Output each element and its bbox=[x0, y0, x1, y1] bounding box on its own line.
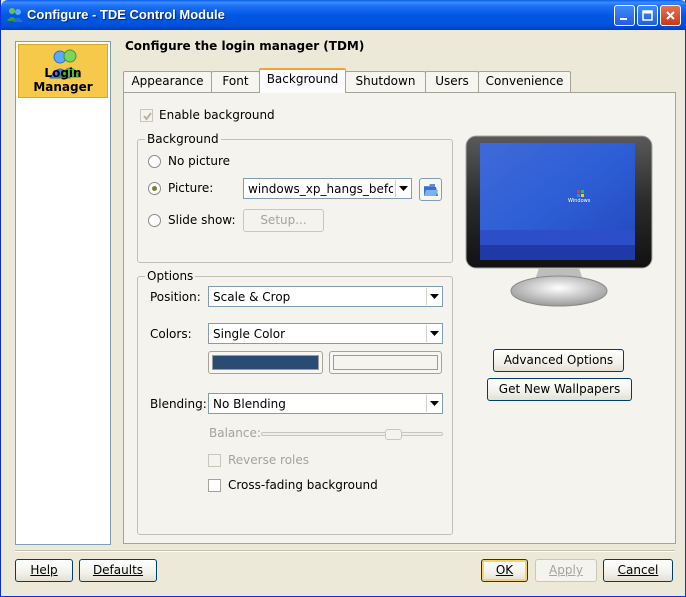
tab-label: Appearance bbox=[131, 74, 204, 88]
client-area: Login Manager Configure the login manage… bbox=[4, 30, 683, 594]
tab-font[interactable]: Font bbox=[211, 71, 260, 92]
title-bar[interactable]: Configure - TDE Control Module bbox=[1, 0, 686, 30]
blending-combo-value: No Blending bbox=[213, 397, 286, 411]
get-new-wallpapers-button[interactable]: Get New Wallpapers bbox=[487, 378, 632, 401]
blending-combo[interactable]: No Blending bbox=[208, 393, 443, 414]
help-label: Help bbox=[30, 563, 58, 577]
checkmark-icon bbox=[143, 112, 152, 121]
minimize-button[interactable] bbox=[614, 5, 635, 26]
browse-picture-button[interactable] bbox=[419, 178, 442, 201]
tab-label: Convenience bbox=[485, 74, 564, 88]
cancel-button[interactable]: Cancel bbox=[603, 559, 673, 582]
maximize-icon bbox=[642, 10, 653, 21]
tab-background[interactable]: Background bbox=[259, 68, 346, 93]
tab-shutdown[interactable]: Shutdown bbox=[345, 71, 426, 92]
combo-arrow[interactable] bbox=[426, 325, 441, 342]
chevron-down-icon bbox=[430, 331, 439, 336]
close-icon bbox=[666, 11, 675, 20]
users-app-icon bbox=[7, 8, 23, 22]
options-group: Options Position: Scale & Crop Colors: S… bbox=[137, 269, 453, 535]
get-new-wallpapers-label: Get New Wallpapers bbox=[498, 382, 621, 396]
picture-label: Picture: bbox=[168, 181, 214, 195]
colors-combo-value: Single Color bbox=[213, 327, 286, 341]
chevron-down-icon bbox=[430, 294, 439, 299]
picture-radio[interactable] bbox=[148, 182, 161, 195]
window-title: Configure - TDE Control Module bbox=[27, 7, 225, 22]
combo-arrow[interactable] bbox=[426, 395, 441, 412]
tab-users[interactable]: Users bbox=[425, 71, 479, 92]
ok-button[interactable]: OK bbox=[481, 559, 528, 582]
primary-color-swatch bbox=[212, 355, 319, 370]
colors-label: Colors: bbox=[150, 327, 192, 341]
advanced-options-label: Advanced Options bbox=[503, 353, 614, 367]
blending-label: Blending: bbox=[150, 397, 207, 411]
close-button[interactable] bbox=[660, 5, 681, 26]
background-tab-page: Enable background Background No picture … bbox=[123, 92, 676, 544]
module-sidebar: Login Manager bbox=[15, 41, 111, 545]
setup-button-label: Setup... bbox=[260, 213, 307, 227]
secondary-color-button[interactable] bbox=[329, 351, 442, 374]
tab-label: Shutdown bbox=[355, 74, 416, 88]
balance-slider-track[interactable] bbox=[261, 432, 443, 436]
position-combo-value: Scale & Crop bbox=[213, 290, 291, 304]
combo-arrow[interactable] bbox=[426, 288, 441, 305]
picture-combo[interactable]: windows_xp_hangs_before_ bbox=[243, 178, 412, 199]
secondary-color-swatch bbox=[333, 355, 438, 370]
wallpaper-logo-text: Windows bbox=[568, 198, 591, 204]
reverse-roles-label: Reverse roles bbox=[228, 453, 310, 467]
sidebar-item-label: Login Manager bbox=[33, 66, 93, 94]
sidebar-item-login-manager[interactable]: Login Manager bbox=[18, 44, 108, 98]
balance-slider-thumb[interactable] bbox=[385, 429, 402, 440]
setup-button[interactable]: Setup... bbox=[243, 209, 324, 232]
monitor-preview: Windows bbox=[465, 135, 653, 311]
ok-label: OK bbox=[495, 563, 514, 577]
cross-fading-checkbox[interactable] bbox=[208, 479, 221, 492]
apply-button[interactable]: Apply bbox=[535, 559, 597, 582]
balance-label: Balance: bbox=[209, 426, 261, 440]
maximize-button[interactable] bbox=[637, 5, 658, 26]
combo-arrow[interactable] bbox=[395, 180, 410, 197]
defaults-button[interactable]: Defaults bbox=[79, 559, 157, 582]
background-group: Background No picture Picture: windows_x… bbox=[137, 132, 453, 263]
cancel-label: Cancel bbox=[617, 563, 659, 577]
defaults-label: Defaults bbox=[92, 563, 144, 577]
monitor-icon: Windows bbox=[465, 135, 653, 307]
colors-combo[interactable]: Single Color bbox=[208, 323, 443, 344]
tab-appearance[interactable]: Appearance bbox=[123, 71, 212, 92]
position-combo[interactable]: Scale & Crop bbox=[208, 286, 443, 307]
slide-show-label: Slide show: bbox=[168, 213, 236, 227]
options-group-title: Options bbox=[145, 269, 196, 283]
tab-convenience[interactable]: Convenience bbox=[478, 71, 571, 92]
chevron-down-icon bbox=[399, 186, 408, 191]
enable-background-checkbox[interactable] bbox=[140, 109, 153, 122]
background-group-title: Background bbox=[145, 132, 221, 146]
folder-open-icon bbox=[424, 184, 438, 196]
picture-combo-value: windows_xp_hangs_before_ bbox=[248, 182, 393, 196]
advanced-options-button[interactable]: Advanced Options bbox=[493, 349, 624, 372]
footer-separator bbox=[15, 550, 675, 552]
minimize-icon bbox=[620, 18, 627, 20]
tab-label: Users bbox=[435, 74, 469, 88]
chevron-down-icon bbox=[430, 401, 439, 406]
help-button[interactable]: Help bbox=[15, 559, 73, 582]
tab-label: Font bbox=[222, 74, 249, 88]
reverse-roles-checkbox[interactable] bbox=[208, 454, 221, 467]
tab-label: Background bbox=[266, 72, 339, 86]
primary-color-button[interactable] bbox=[208, 351, 323, 374]
no-picture-radio[interactable] bbox=[148, 155, 161, 168]
position-label: Position: bbox=[150, 290, 201, 304]
no-picture-label: No picture bbox=[168, 154, 231, 168]
window: Configure - TDE Control Module Login Man… bbox=[0, 0, 686, 597]
enable-background-label: Enable background bbox=[159, 108, 275, 122]
cross-fading-label: Cross-fading background bbox=[228, 478, 378, 492]
page-title: Configure the login manager (TDM) bbox=[125, 39, 365, 53]
apply-label: Apply bbox=[549, 563, 583, 577]
slide-show-radio[interactable] bbox=[148, 214, 161, 227]
